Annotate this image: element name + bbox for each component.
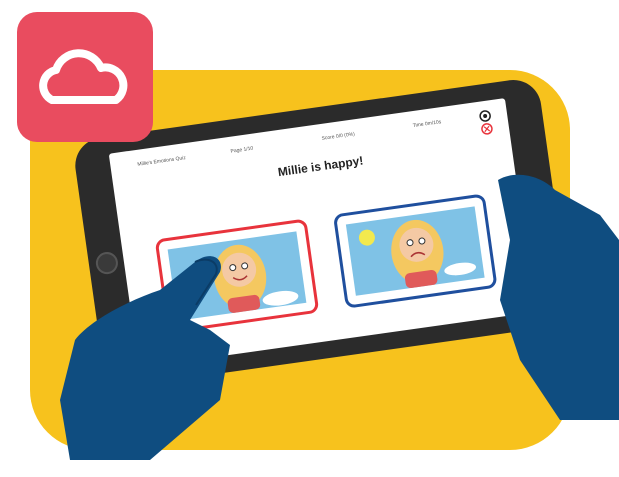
cloud-badge [17,12,153,142]
illustration [17,12,619,460]
